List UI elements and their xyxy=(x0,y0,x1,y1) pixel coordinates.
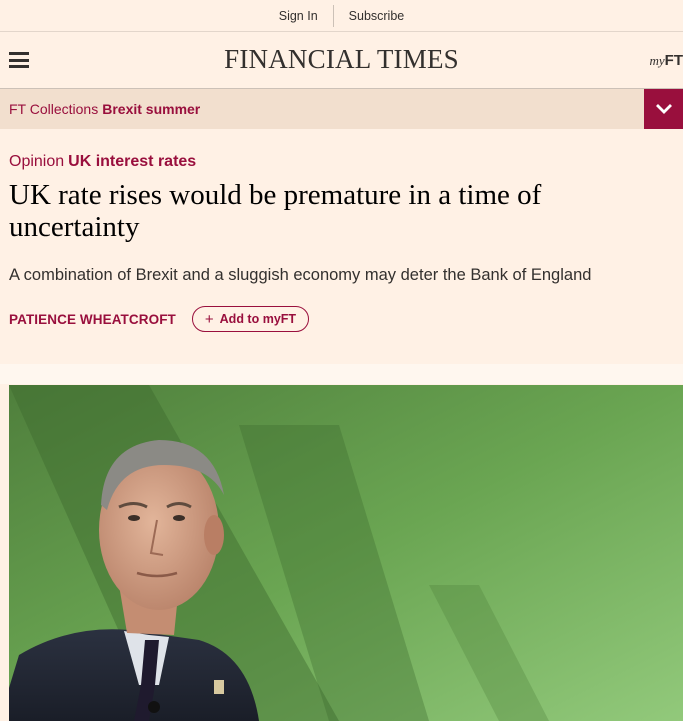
section-divider xyxy=(0,364,683,384)
sign-in-link[interactable]: Sign In xyxy=(264,9,333,23)
myft-ft: FT xyxy=(664,52,683,69)
hero-image xyxy=(9,385,683,721)
add-to-myft-label: Add to myFT xyxy=(219,312,297,326)
site-logo[interactable]: FINANCIAL TIMES xyxy=(0,44,683,75)
myft-my: my xyxy=(649,53,665,68)
article-title: UK rate rises would be premature in a ti… xyxy=(9,179,542,243)
author-link[interactable]: PATIENCE WHEATCROFT xyxy=(9,312,176,327)
article-standfirst: A combination of Brexit and a sluggish e… xyxy=(9,266,592,284)
subscribe-link[interactable]: Subscribe xyxy=(334,9,420,23)
kicker-topic[interactable]: UK interest rates xyxy=(68,153,196,170)
kicker-label[interactable]: Opinion xyxy=(9,153,64,170)
collections-bar[interactable]: FT Collections Brexit summer xyxy=(0,89,683,129)
collections-label: FT Collections xyxy=(9,101,99,117)
hero-illustration xyxy=(9,385,683,721)
top-bar: Sign In Subscribe xyxy=(0,0,683,32)
chevron-down-icon[interactable] xyxy=(644,89,683,129)
byline: PATIENCE WHEATCROFT + Add to myFT xyxy=(9,306,674,332)
collections-value[interactable]: Brexit summer xyxy=(102,101,200,117)
site-header: FINANCIAL TIMES myFT xyxy=(0,32,683,89)
article-header: Opinion UK interest rates UK rate rises w… xyxy=(0,129,683,332)
myft-link[interactable]: myFT xyxy=(650,52,683,70)
plus-icon: + xyxy=(204,310,214,328)
add-to-myft-button[interactable]: + Add to myFT xyxy=(191,306,310,332)
kicker: Opinion UK interest rates xyxy=(9,153,674,171)
